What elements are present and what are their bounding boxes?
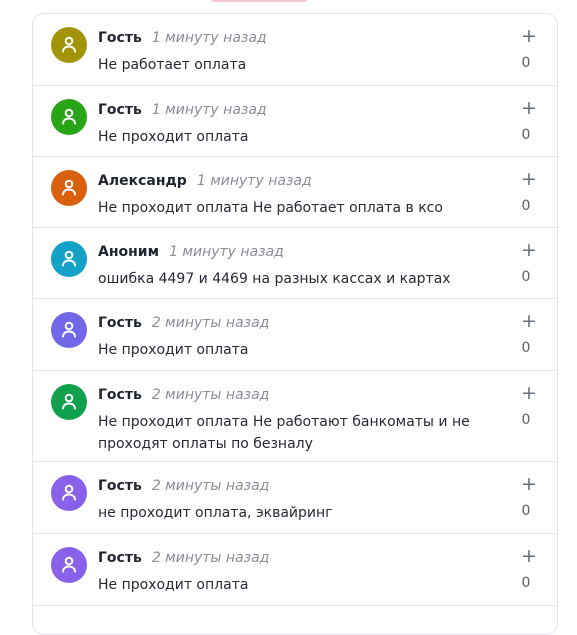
vote-count: 0 [521,575,531,591]
comments-card: Гость 1 минуту назад Не работает оплата +0 Г… [32,13,558,635]
user-icon [62,36,76,53]
comment-text: Не проходит оплата [98,577,249,593]
upvote-button[interactable]: + [521,98,537,118]
comment-header: Гость 2 минуты назад [98,386,269,404]
comment-time: 2 минуты назад [151,550,270,566]
author-name: Гость [98,30,142,46]
vote-count: 0 [521,127,531,143]
vote-count: 0 [521,269,531,285]
comment-item: Гость 2 минуты назад Не проходит оплата Не… [33,371,557,462]
user-icon [62,179,76,196]
comment-item: Гость 2 минуты назад не проходит оплата, э… [33,462,557,534]
upvote-button[interactable]: + [521,546,537,566]
user-icon [62,393,76,410]
comment-item: Гость 2 минуты назад Не проходит оплата +0 [33,534,557,606]
author-name: Гость [98,315,142,331]
comment-time: 2 минуты назад [151,387,270,403]
comment-time: 1 минуту назад [169,244,284,260]
comment-item: Гость 1 минуту назад Не проходит оплата +0 [33,86,557,157]
comment-time: 2 минуты назад [151,478,270,494]
avatar [51,547,87,583]
comment-header: Гость 1 минуту назад [98,29,267,47]
author-name: Гость [98,102,142,118]
upvote-button[interactable]: + [521,240,537,260]
upvote-button[interactable]: + [521,383,537,403]
avatar [51,475,87,511]
comment-time: 1 минуту назад [196,173,312,189]
user-icon [62,556,76,573]
comment-time: 2 минуты назад [151,315,270,331]
author-name: Гость [98,478,142,494]
user-icon [62,108,76,125]
comment-time: 1 минуту назад [151,30,267,46]
upvote-button[interactable]: + [521,26,537,46]
comment-text: Не работает оплата [98,57,247,73]
vote-count: 0 [521,503,531,519]
user-icon [62,250,76,267]
comment-header: Гость 1 минуту назад [98,101,267,119]
author-name: Аноним [98,244,160,260]
comment-item: Гость 2 минуты назад Не проходит оплата +0 [33,299,557,371]
vote-count: 0 [521,55,531,71]
vote-count: 0 [521,412,531,428]
top-strip [0,0,577,12]
user-icon [62,484,76,501]
avatar [51,99,87,135]
comment-text: Не проходит оплата [98,129,249,145]
vote-count: 0 [521,340,531,356]
upvote-button[interactable]: + [521,474,537,494]
avatar [51,241,87,277]
vote-count: 0 [521,198,531,214]
comment-header: Гость 2 минуты назад [98,549,269,567]
author-name: Гость [98,387,142,403]
user-icon [62,321,76,338]
avatar [51,384,87,420]
comment-text: ошибка 4497 и 4469 на разных кассах и ка… [98,271,451,287]
avatar [51,27,87,63]
comment-text: не проходит оплата, эквайринг [98,505,333,521]
comment-header: Аноним 1 минуту назад [98,243,284,261]
author-name: Александр [98,173,187,189]
upvote-button[interactable]: + [521,311,537,331]
comment-header: Александр 1 минуту назад [98,172,312,190]
upvote-button[interactable]: + [521,169,537,189]
avatar [51,312,87,348]
comment-item: Гость 1 минуту назад Не работает оплата +0 [33,14,557,86]
comment-text: Не проходит оплата [98,342,249,358]
comment-text: Не проходит оплата Не работают банкоматы… [98,414,470,452]
top-pill [210,0,308,2]
comment-text: Не проходит оплата Не работает оплата в … [98,200,443,216]
comment-time: 1 минуту назад [151,102,267,118]
avatar [51,170,87,206]
comment-item: Александр 1 минуту назад Не проходит оплат… [33,157,557,228]
comment-item: Аноним 1 минуту назад ошибка 4497 и 4469 н… [33,228,557,299]
comment-header: Гость 2 минуты назад [98,314,269,332]
comment-header: Гость 2 минуты назад [98,477,269,495]
author-name: Гость [98,550,142,566]
